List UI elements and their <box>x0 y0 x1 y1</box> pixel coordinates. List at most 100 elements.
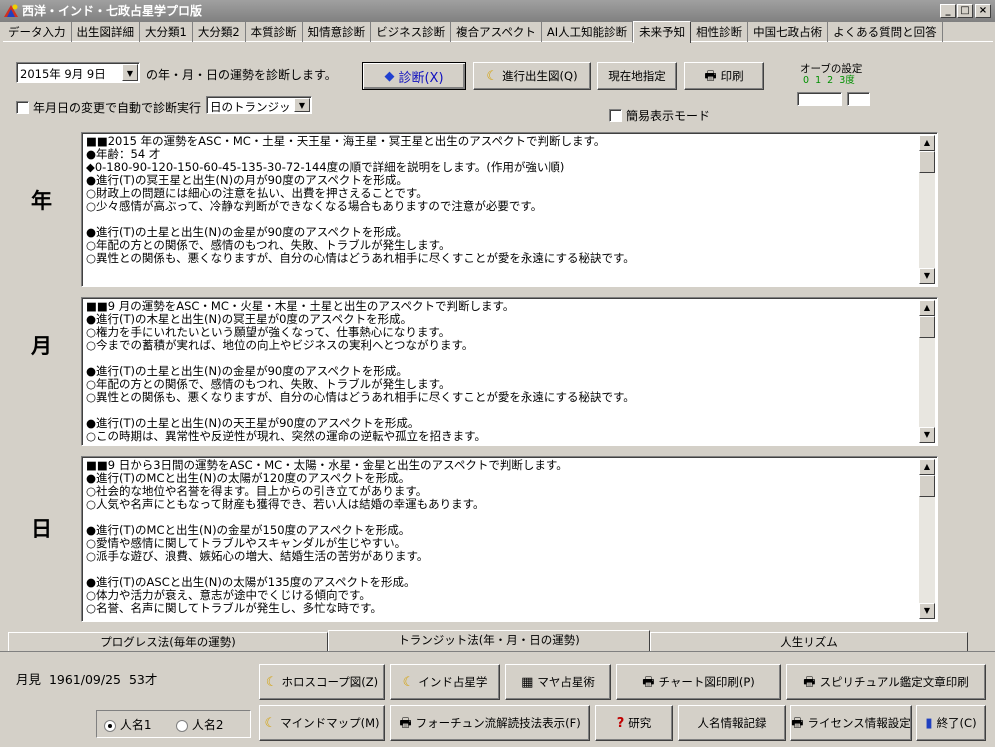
scroll-down-icon[interactable]: ▼ <box>919 603 935 619</box>
scroll-thumb[interactable] <box>919 475 935 497</box>
exit-door-icon: ▮ <box>925 715 933 731</box>
research-button[interactable]: ? 研究 <box>595 705 673 741</box>
license-label: ライセンス情報設定 <box>807 716 911 730</box>
scroll-up-icon[interactable]: ▲ <box>919 135 935 151</box>
year-scrollbar[interactable]: ▲ ▼ <box>919 135 935 284</box>
current-location-button[interactable]: 現在地指定 <box>597 62 677 90</box>
progress-chart-button[interactable]: ☾ 進行出生図(Q) <box>473 62 591 90</box>
moon-icon: ☾ <box>265 674 278 690</box>
tab-9[interactable]: 未来予知 <box>633 21 692 43</box>
minimize-button[interactable]: _ <box>940 4 956 18</box>
close-button[interactable]: × <box>975 4 991 18</box>
horoscope-button[interactable]: ☾ ホロスコープ図(Z) <box>259 664 385 700</box>
tab-4[interactable]: 本質診断 <box>246 22 303 42</box>
current-location-label: 現在地指定 <box>608 69 666 83</box>
fortune-method-label: フォーチュン流解読技法表示(F) <box>415 716 581 730</box>
printer-icon: 🖶 <box>803 674 816 690</box>
day-lines: ■■9 日から3日間の運勢をASC・MC・太陽・水星・金星と出生のアスペクトで判… <box>86 459 917 615</box>
maya-icon: ▦ <box>521 674 534 690</box>
month-lines: ■■9 月の運勢をASC・MC・火星・木星・土星と出生のアスペクトで判断します。… <box>86 300 917 443</box>
year-lines: ■■2015 年の運勢をASC・MC・土星・天王星・海王星・冥王星と出生のアスペ… <box>86 135 917 265</box>
divider <box>0 651 995 652</box>
spiritual-print-button[interactable]: 🖶 スピリチュアル鑑定文章印刷 <box>786 664 986 700</box>
transit-select[interactable]: 日のトランジット ▼ <box>206 96 312 114</box>
tab-8[interactable]: AI人工知能診断 <box>542 22 634 42</box>
scroll-up-icon[interactable]: ▲ <box>919 300 935 316</box>
year-line: ○少々感情が高ぶって、冷静な判断ができなくなる場合もありますので注意が必要です。 <box>86 199 543 213</box>
day-scrollbar[interactable]: ▲ ▼ <box>919 459 935 619</box>
person-record-button[interactable]: 人名情報記録 <box>678 705 786 741</box>
year-line: ■■2015 年の運勢をASC・MC・土星・天王星・海王星・冥王星と出生のアスペ… <box>86 134 606 148</box>
research-label: 研究 <box>628 716 652 730</box>
exit-button[interactable]: ▮ 終了(C) <box>916 705 986 741</box>
radio-name2[interactable]: 人名2 <box>176 716 223 733</box>
tab-0[interactable]: データ入力 <box>3 22 72 42</box>
fortune-method-button[interactable]: 🖶 フォーチュン流解読技法表示(F) <box>390 705 590 741</box>
orb-slider[interactable] <box>797 92 842 106</box>
radio-name1[interactable]: 人名1 <box>104 716 151 733</box>
spiritual-print-label: スピリチュアル鑑定文章印刷 <box>819 675 969 689</box>
diagnose-button[interactable]: ◆ 診断(X) <box>362 62 466 90</box>
indian-astrology-button[interactable]: ☾ インド占星学 <box>390 664 500 700</box>
year-line: ○異性との関係も、悪くなりますが、自分の心情はどうあれ相手に尽くすことが愛を永遠… <box>86 251 635 265</box>
tab-2[interactable]: 大分類1 <box>140 22 193 42</box>
chart-print-button[interactable]: 🖶 チャート図印刷(P) <box>616 664 781 700</box>
year-label: 年 <box>31 188 52 213</box>
maximize-button[interactable]: □ <box>957 4 973 18</box>
year-text-area[interactable]: ■■2015 年の運勢をASC・MC・土星・天王星・海王星・冥王星と出生のアスペ… <box>81 132 938 287</box>
auto-diagnose-label: 年月日の変更で自動で診断実行 <box>33 101 202 115</box>
tab-1[interactable]: 出生図詳細 <box>72 22 140 42</box>
day-text-area[interactable]: ■■9 日から3日間の運勢をASC・MC・太陽・水星・金星と出生のアスペクトで判… <box>81 456 938 622</box>
radio-name2-label: 人名2 <box>191 718 224 732</box>
date-picker[interactable]: 2015年 9月 9日 ▼ <box>16 62 140 83</box>
tab-6[interactable]: ビジネス診断 <box>371 22 452 42</box>
print-button[interactable]: 🖶 印刷 <box>684 62 764 90</box>
printer-icon: 🖶 <box>704 68 717 84</box>
person-info: 月見 1961/09/25 53才 <box>16 672 158 687</box>
tab-7[interactable]: 複合アスペクト <box>451 22 542 42</box>
month-scrollbar[interactable]: ▲ ▼ <box>919 300 935 443</box>
day-line: ○派手な遊び、浪費、嫉妬心の増大、結婚生活の苦労があります。 <box>86 549 429 563</box>
day-label: 日 <box>31 516 52 541</box>
license-button[interactable]: 🖶 ライセンス情報設定 <box>790 705 912 741</box>
tab-12[interactable]: よくある質問と回答 <box>828 22 943 42</box>
printer-icon: 🖶 <box>399 715 412 731</box>
diamond-icon: ◆ <box>384 68 395 84</box>
scroll-thumb[interactable] <box>919 316 935 338</box>
tab-11[interactable]: 中国七政占術 <box>748 22 829 42</box>
scroll-down-icon[interactable]: ▼ <box>919 427 935 443</box>
chart-print-label: チャート図印刷(P) <box>658 675 755 689</box>
app-icon <box>3 3 19 19</box>
person-record-label: 人名情報記録 <box>697 716 767 730</box>
tab-5[interactable]: 知情意診断 <box>303 22 372 42</box>
month-text-area[interactable]: ■■9 月の運勢をASC・MC・火星・木星・土星と出生のアスペクトで判断します。… <box>81 297 938 446</box>
radio-dot <box>104 719 116 732</box>
transit-select-value: 日のトランジット <box>210 100 302 114</box>
horoscope-label: ホロスコープ図(Z) <box>281 675 379 689</box>
tab-3[interactable]: 大分類2 <box>193 22 246 42</box>
indian-astrology-label: インド占星学 <box>418 675 488 689</box>
orb-value-field[interactable] <box>847 92 870 106</box>
scroll-thumb[interactable] <box>919 151 935 173</box>
simple-mode-checkbox[interactable] <box>609 109 622 122</box>
radio-dot <box>176 719 188 732</box>
maya-astrology-label: マヤ占星術 <box>537 675 595 689</box>
tab-10[interactable]: 相性診断 <box>691 22 749 42</box>
moon-icon: ☾ <box>402 674 415 690</box>
chevron-down-icon[interactable]: ▼ <box>294 98 310 112</box>
tab-life-rhythm[interactable]: 人生リズム <box>650 632 968 651</box>
radio-name1-label: 人名1 <box>119 718 152 732</box>
window-title: 西洋・インド・七政占星学プロ版 <box>22 4 203 18</box>
tab-progress-method[interactable]: プログレス法(毎年の運勢) <box>8 632 328 651</box>
printer-icon: 🖶 <box>791 715 804 731</box>
tab-transit-method[interactable]: トランジット法(年・月・日の運勢) <box>328 630 650 651</box>
month-label: 月 <box>31 333 52 358</box>
progress-chart-label: 進行出生図(Q) <box>502 69 578 83</box>
scroll-up-icon[interactable]: ▲ <box>919 459 935 475</box>
auto-diagnose-checkbox[interactable] <box>16 101 29 114</box>
maya-astrology-button[interactable]: ▦ マヤ占星術 <box>505 664 611 700</box>
mindmap-button[interactable]: ☾ マインドマップ(M) <box>259 705 385 741</box>
scroll-down-icon[interactable]: ▼ <box>919 268 935 284</box>
date-suffix-label: の年・月・日の運勢を診断します。 <box>146 68 337 82</box>
chevron-down-icon[interactable]: ▼ <box>122 64 138 81</box>
